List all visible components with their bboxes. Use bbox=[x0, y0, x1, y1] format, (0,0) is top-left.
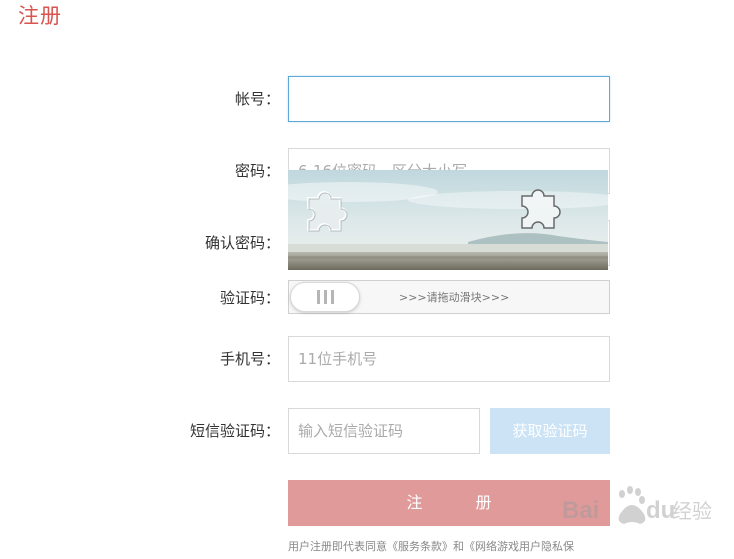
account-label: 帐号： bbox=[234, 90, 280, 108]
agreement-text: 用户注册即代表同意《服务条款》和《网络游戏用户隐私保 bbox=[288, 540, 574, 553]
phone-label: 手机号： bbox=[219, 350, 280, 368]
page-title: 注册 bbox=[18, 4, 62, 28]
grip-icon bbox=[316, 290, 320, 304]
sms-code-input[interactable]: 输入短信验证码 bbox=[288, 408, 480, 454]
baidu-watermark: Bai du 经验 bbox=[560, 478, 720, 538]
slider-hint-text: >>>请拖动滑块>>> bbox=[399, 291, 510, 304]
svg-text:Bai: Bai bbox=[562, 497, 599, 524]
password-label: 密码： bbox=[234, 162, 280, 180]
confirm-password-label: 确认密码： bbox=[204, 234, 280, 252]
puzzle-slot-icon bbox=[521, 189, 561, 229]
captcha-label: 验证码： bbox=[219, 289, 280, 307]
account-input[interactable] bbox=[288, 76, 610, 122]
slider-handle[interactable] bbox=[290, 282, 360, 312]
svg-text:经验: 经验 bbox=[672, 499, 712, 523]
sms-code-label: 短信验证码： bbox=[189, 422, 280, 440]
captcha-puzzle-image bbox=[288, 170, 608, 270]
captcha-slider[interactable]: >>>请拖动滑块>>> bbox=[288, 280, 610, 314]
get-code-button[interactable]: 获取验证码 bbox=[490, 408, 610, 454]
svg-text:du: du bbox=[646, 497, 675, 524]
phone-input[interactable]: 11位手机号 bbox=[288, 336, 610, 382]
